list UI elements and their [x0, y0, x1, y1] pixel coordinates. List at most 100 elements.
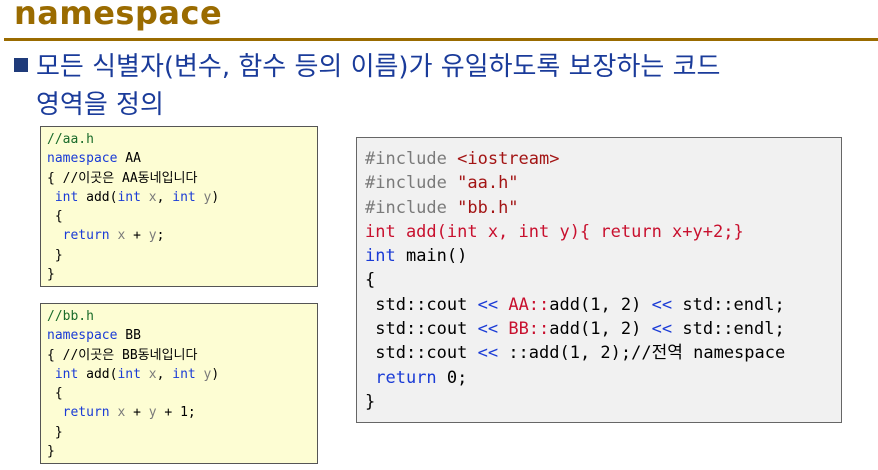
code-token: << — [477, 319, 499, 340]
code-line: //aa.h — [47, 130, 311, 149]
code-token: 0; — [436, 367, 468, 388]
code-token: BB — [117, 328, 141, 344]
code-token: int — [117, 189, 141, 205]
code-token: int — [172, 366, 196, 382]
code-token: x — [109, 405, 126, 421]
code-line: { — [47, 384, 311, 403]
code-line: return x + y + 1; — [47, 403, 311, 422]
code-token: #include — [365, 197, 458, 218]
bullet-text-line1: 모든 식별자(변수, 함수 등의 이름)가 유일하도록 보장하는 코드 — [36, 52, 721, 82]
code-token: + — [125, 405, 149, 421]
code-box-main: #include <iostream> #include "aa.h" #inclu… — [356, 137, 842, 423]
code-token: BB:: — [508, 319, 550, 340]
code-token: , — [156, 189, 173, 205]
code-line: return x + y; — [47, 226, 311, 245]
code-token: add(1, 2) — [549, 319, 652, 340]
code-token: int — [54, 189, 79, 205]
code-token: ; — [156, 228, 165, 244]
code-token: std::endl; — [672, 319, 785, 340]
code-token: add( — [78, 189, 118, 205]
code-token: << — [651, 294, 673, 315]
code-token: } — [365, 391, 376, 412]
code-line: int add(int x, int y) — [47, 188, 311, 207]
slide-title: namespace — [14, 0, 223, 32]
code-line: #include "aa.h" — [365, 171, 833, 195]
code-token: } — [47, 267, 55, 283]
code-box-aa: //aa.h namespace AA { //이곳은 AA동네입니다 int ad… — [40, 126, 318, 287]
code-line: //bb.h — [47, 307, 311, 326]
code-token: { //이곳은 BB동네입니다 — [47, 347, 198, 363]
code-token: { — [365, 270, 376, 291]
code-line: int add(int x, int y) — [47, 365, 311, 384]
code-line: } — [47, 246, 311, 265]
code-token: std::cout — [365, 319, 478, 340]
code-token: { — [47, 209, 63, 225]
code-token: ) — [211, 366, 220, 382]
code-token: //bb.h — [47, 309, 94, 324]
code-token: << — [477, 294, 499, 315]
code-token: AA — [117, 151, 141, 167]
code-token: //aa.h — [47, 132, 94, 147]
code-line: #include <iostream> — [365, 147, 833, 171]
code-line: namespace BB — [47, 326, 311, 345]
code-line: } — [47, 423, 311, 442]
code-token: x — [140, 189, 157, 205]
code-token: int — [172, 189, 196, 205]
code-token: AA:: — [508, 294, 550, 315]
code-line: return 0; — [365, 366, 833, 390]
code-token: y — [148, 405, 157, 421]
code-box-bb: //bb.h namespace BB { //이곳은 BB동네입니다 int ad… — [40, 303, 318, 464]
code-token: return — [62, 405, 110, 421]
code-token: ::add(1, 2);//전역 namespace — [498, 343, 786, 364]
code-token: int — [117, 366, 141, 382]
code-token: << — [651, 319, 673, 340]
code-line: int add(int x, int y){ return x+y+2;} — [365, 220, 833, 244]
code-token: } — [47, 247, 63, 263]
code-token: return — [62, 228, 110, 244]
code-token: "bb.h" — [457, 197, 519, 218]
code-token: std::endl; — [672, 294, 785, 315]
code-token: int — [54, 366, 79, 382]
code-token: #include — [365, 149, 458, 169]
code-token: + 1; — [156, 405, 196, 421]
code-token: <iostream> — [457, 149, 560, 169]
code-line: } — [47, 265, 311, 284]
code-token: std::cout — [365, 343, 478, 364]
code-token: } — [47, 444, 55, 460]
code-line: { //이곳은 BB동네입니다 — [47, 346, 311, 365]
code-token: { //이곳은 AA동네입니다 — [47, 170, 198, 186]
code-line: } — [47, 442, 311, 461]
code-line: std::cout << BB::add(1, 2) << std::endl; — [365, 317, 833, 341]
code-token: #include — [365, 173, 458, 194]
code-line: #include "bb.h" — [365, 196, 833, 220]
code-token: y — [195, 189, 212, 205]
code-line: std::cout << AA::add(1, 2) << std::endl; — [365, 293, 833, 317]
code-token: return — [375, 367, 437, 388]
code-token: y — [148, 228, 157, 244]
code-line: namespace AA — [47, 149, 311, 168]
bullet-marker — [14, 58, 28, 72]
code-token: x — [109, 228, 126, 244]
title-rule — [4, 38, 878, 41]
code-token: std::cout — [365, 294, 478, 315]
code-token: namespace — [47, 151, 118, 167]
code-token: int — [365, 246, 396, 267]
code-token: main() — [395, 246, 468, 267]
code-token: , — [156, 366, 173, 382]
code-token: } — [47, 424, 63, 440]
code-token: y — [195, 366, 212, 382]
code-token: { — [47, 386, 63, 402]
code-line: { — [47, 207, 311, 226]
code-token: x — [140, 366, 157, 382]
code-token: "aa.h" — [457, 173, 519, 194]
code-token: << — [477, 343, 499, 364]
code-line: int main() — [365, 244, 833, 268]
code-token: ) — [211, 189, 220, 205]
